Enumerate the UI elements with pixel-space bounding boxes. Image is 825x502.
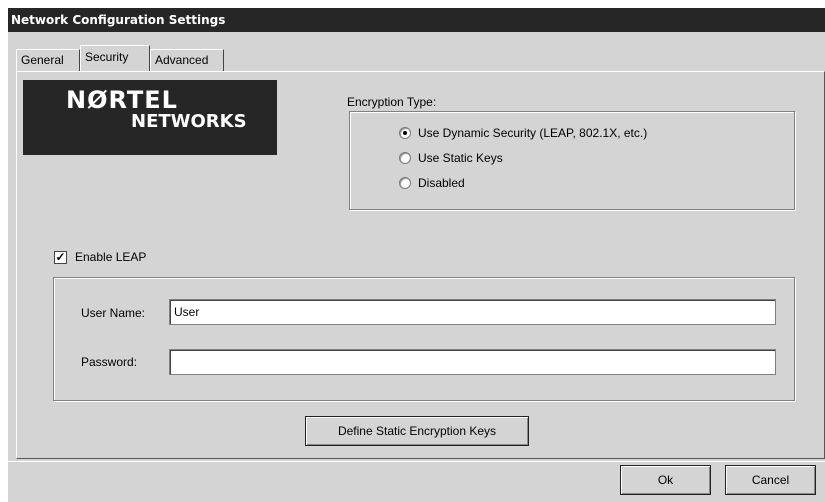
radio-dynamic-security-label[interactable]: Use Dynamic Security (LEAP, 802.1X, etc.… <box>418 126 647 140</box>
define-static-keys-button[interactable]: Define Static Encryption Keys <box>305 416 529 446</box>
leap-credentials-group <box>53 277 795 401</box>
tab-advanced-label: Advanced <box>155 53 209 67</box>
username-input[interactable] <box>169 299 776 325</box>
bottom-separator <box>8 461 825 462</box>
password-input[interactable] <box>169 349 776 375</box>
tab-general-label: General <box>21 53 64 67</box>
radio-dynamic-security[interactable] <box>399 127 411 139</box>
nortel-networks-logo: NØRTEL NETWORKS <box>23 80 277 155</box>
tab-advanced[interactable]: Advanced <box>150 49 224 71</box>
logo-line-1: NØRTEL <box>66 86 178 114</box>
radio-static-keys[interactable] <box>399 152 411 164</box>
ok-button[interactable]: Ok <box>620 465 711 495</box>
enable-leap-label[interactable]: Enable LEAP <box>75 250 146 264</box>
logo-line-2: NETWORKS <box>131 111 247 132</box>
password-label: Password: <box>81 355 138 369</box>
radio-disabled[interactable] <box>399 177 411 189</box>
encryption-type-label: Encryption Type: <box>347 95 437 109</box>
cancel-button[interactable]: Cancel <box>725 465 816 495</box>
tab-security-label: Security <box>85 50 129 64</box>
radio-disabled-label[interactable]: Disabled <box>418 176 465 190</box>
radio-static-keys-label[interactable]: Use Static Keys <box>418 151 503 165</box>
tab-security[interactable]: Security <box>80 45 150 71</box>
username-label: User Name: <box>81 306 146 320</box>
network-config-window: Network Configuration Settings General S… <box>8 8 825 502</box>
tab-general[interactable]: General <box>16 49 80 71</box>
window-title: Network Configuration Settings <box>8 8 825 32</box>
enable-leap-checkbox[interactable]: ✓ <box>54 251 67 264</box>
